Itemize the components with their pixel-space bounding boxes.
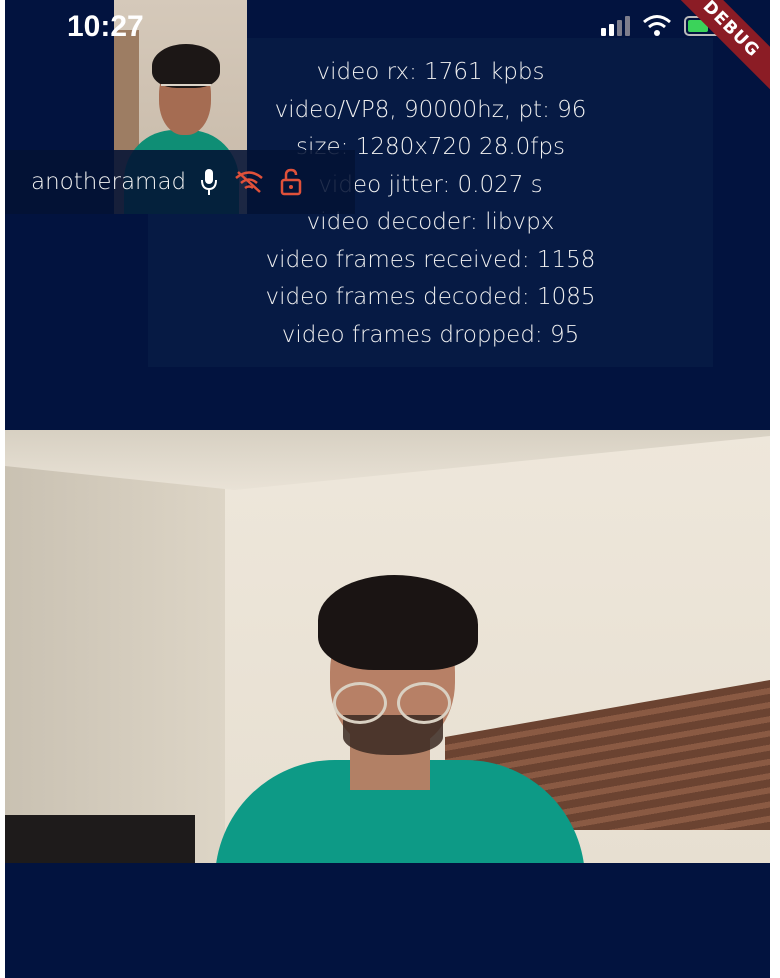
remote-dresser bbox=[5, 815, 195, 863]
stat-line: video frames received: 1158 bbox=[265, 246, 596, 273]
remote-person-hair bbox=[318, 575, 478, 670]
participant-info-bar: anotheramad bbox=[5, 150, 355, 214]
pip-person-hair bbox=[152, 44, 220, 88]
wifi-off-icon bbox=[234, 170, 264, 194]
cellular-signal-icon bbox=[601, 14, 630, 36]
stat-line: video frames decoded: 1085 bbox=[265, 284, 596, 310]
remote-video[interactable] bbox=[5, 430, 770, 863]
unlocked-icon bbox=[280, 168, 302, 196]
pip-person-glasses bbox=[161, 84, 211, 102]
microphone-icon bbox=[200, 168, 218, 196]
participant-name: anotheramad bbox=[31, 169, 187, 195]
remote-person-glasses bbox=[333, 682, 451, 724]
call-screen: video rx: 1761 kpbs video/VP8, 90000hz, … bbox=[5, 0, 770, 978]
stat-line: video frames dropped: 95 bbox=[281, 321, 580, 348]
wifi-icon bbox=[643, 15, 671, 36]
remote-wall-left bbox=[5, 430, 225, 863]
status-time: 10:27 bbox=[67, 10, 144, 43]
